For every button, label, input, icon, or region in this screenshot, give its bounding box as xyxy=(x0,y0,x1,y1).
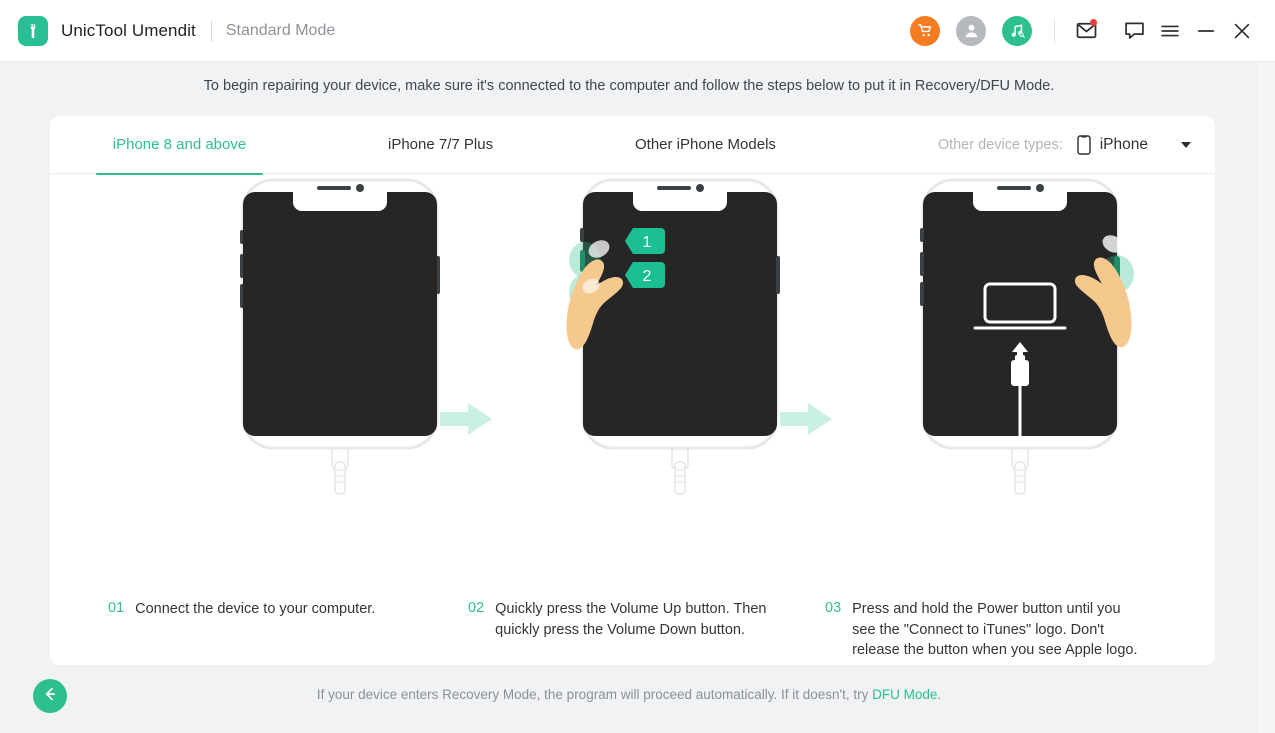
device-type-selector[interactable]: Other device types: iPhone xyxy=(938,116,1191,174)
steps-area: 1 2 01 Connect the device to your comput… xyxy=(50,174,1215,664)
device-tabs: iPhone 8 and above iPhone 7/7 Plus Other… xyxy=(50,116,1215,175)
user-account-icon[interactable] xyxy=(956,15,986,46)
close-icon[interactable] xyxy=(1229,18,1255,44)
callout-badge-2: 2 xyxy=(625,262,665,288)
step-description: Connect the device to your computer. xyxy=(135,601,376,617)
app-window: UnicTool Umendit Standard Mode To begin … xyxy=(0,0,1275,733)
svg-text:2: 2 xyxy=(643,268,652,285)
tab-label: Other iPhone Models xyxy=(635,136,776,153)
footer-note-prefix: If your device enters Recovery Mode, the… xyxy=(316,687,873,702)
tab-label: iPhone 7/7 Plus xyxy=(388,136,494,153)
step-number: 01 xyxy=(108,600,125,616)
step-2-illustration: 1 2 xyxy=(565,174,795,509)
arrow-step-2-to-3-icon xyxy=(778,399,836,444)
svg-text:1: 1 xyxy=(643,234,652,251)
brand-name: UnicTool Umendit xyxy=(61,20,196,40)
feedback-icon[interactable] xyxy=(1121,18,1147,44)
unread-badge xyxy=(1090,18,1097,26)
step-3-text: 03 Press and hold the Power button until… xyxy=(825,599,1145,661)
tab-label: iPhone 8 and above xyxy=(112,136,247,153)
titlebar-divider xyxy=(1054,18,1055,43)
tab-iphone-8-and-above[interactable]: iPhone 8 and above xyxy=(96,116,263,175)
brand-divider xyxy=(210,19,212,42)
step-2-text: 02 Quickly press the Volume Up button. T… xyxy=(468,599,778,640)
footer-note: If your device enters Recovery Mode, the… xyxy=(0,687,1258,702)
titlebar-actions xyxy=(910,15,1275,46)
wrench-logo-icon xyxy=(18,15,48,46)
footer: If your device enters Recovery Mode, the… xyxy=(0,665,1258,733)
step-number: 03 xyxy=(825,600,842,616)
minimize-icon[interactable] xyxy=(1193,18,1219,44)
chevron-down-icon[interactable] xyxy=(1181,142,1191,148)
dfu-mode-link[interactable]: DFU Mode xyxy=(872,687,937,702)
footer-note-suffix: . xyxy=(937,687,942,702)
step-description: Press and hold the Power button until yo… xyxy=(852,601,1138,658)
brand: UnicTool Umendit Standard Mode xyxy=(0,15,336,46)
menu-icon[interactable] xyxy=(1157,18,1183,44)
device-type-value: iPhone xyxy=(1099,136,1148,153)
tab-iphone-7-7-plus[interactable]: iPhone 7/7 Plus xyxy=(388,116,493,174)
arrow-step-1-to-2-icon xyxy=(438,399,496,444)
step-1-illustration xyxy=(225,174,455,509)
title-bar: UnicTool Umendit Standard Mode xyxy=(0,0,1275,62)
music-search-icon[interactable] xyxy=(1002,15,1032,46)
shopping-cart-icon[interactable] xyxy=(910,15,940,46)
device-type-label: Other device types: xyxy=(937,137,1063,153)
right-edge-strip xyxy=(1258,62,1275,733)
step-1-text: 01 Connect the device to your computer. xyxy=(108,599,428,620)
iphone-outline-icon xyxy=(1077,135,1091,155)
callout-badge-1: 1 xyxy=(625,228,665,254)
step-number: 02 xyxy=(468,600,485,616)
tab-other-iphone-models[interactable]: Other iPhone Models xyxy=(635,116,776,174)
step-3-illustration xyxy=(905,174,1135,509)
mode-label: Standard Mode xyxy=(225,21,336,39)
mail-icon[interactable] xyxy=(1073,18,1099,44)
steps-card: iPhone 8 and above iPhone 7/7 Plus Other… xyxy=(50,116,1215,665)
step-description: Quickly press the Volume Up button. Then… xyxy=(495,601,767,638)
instruction-text: To begin repairing your device, make sur… xyxy=(203,78,1055,94)
